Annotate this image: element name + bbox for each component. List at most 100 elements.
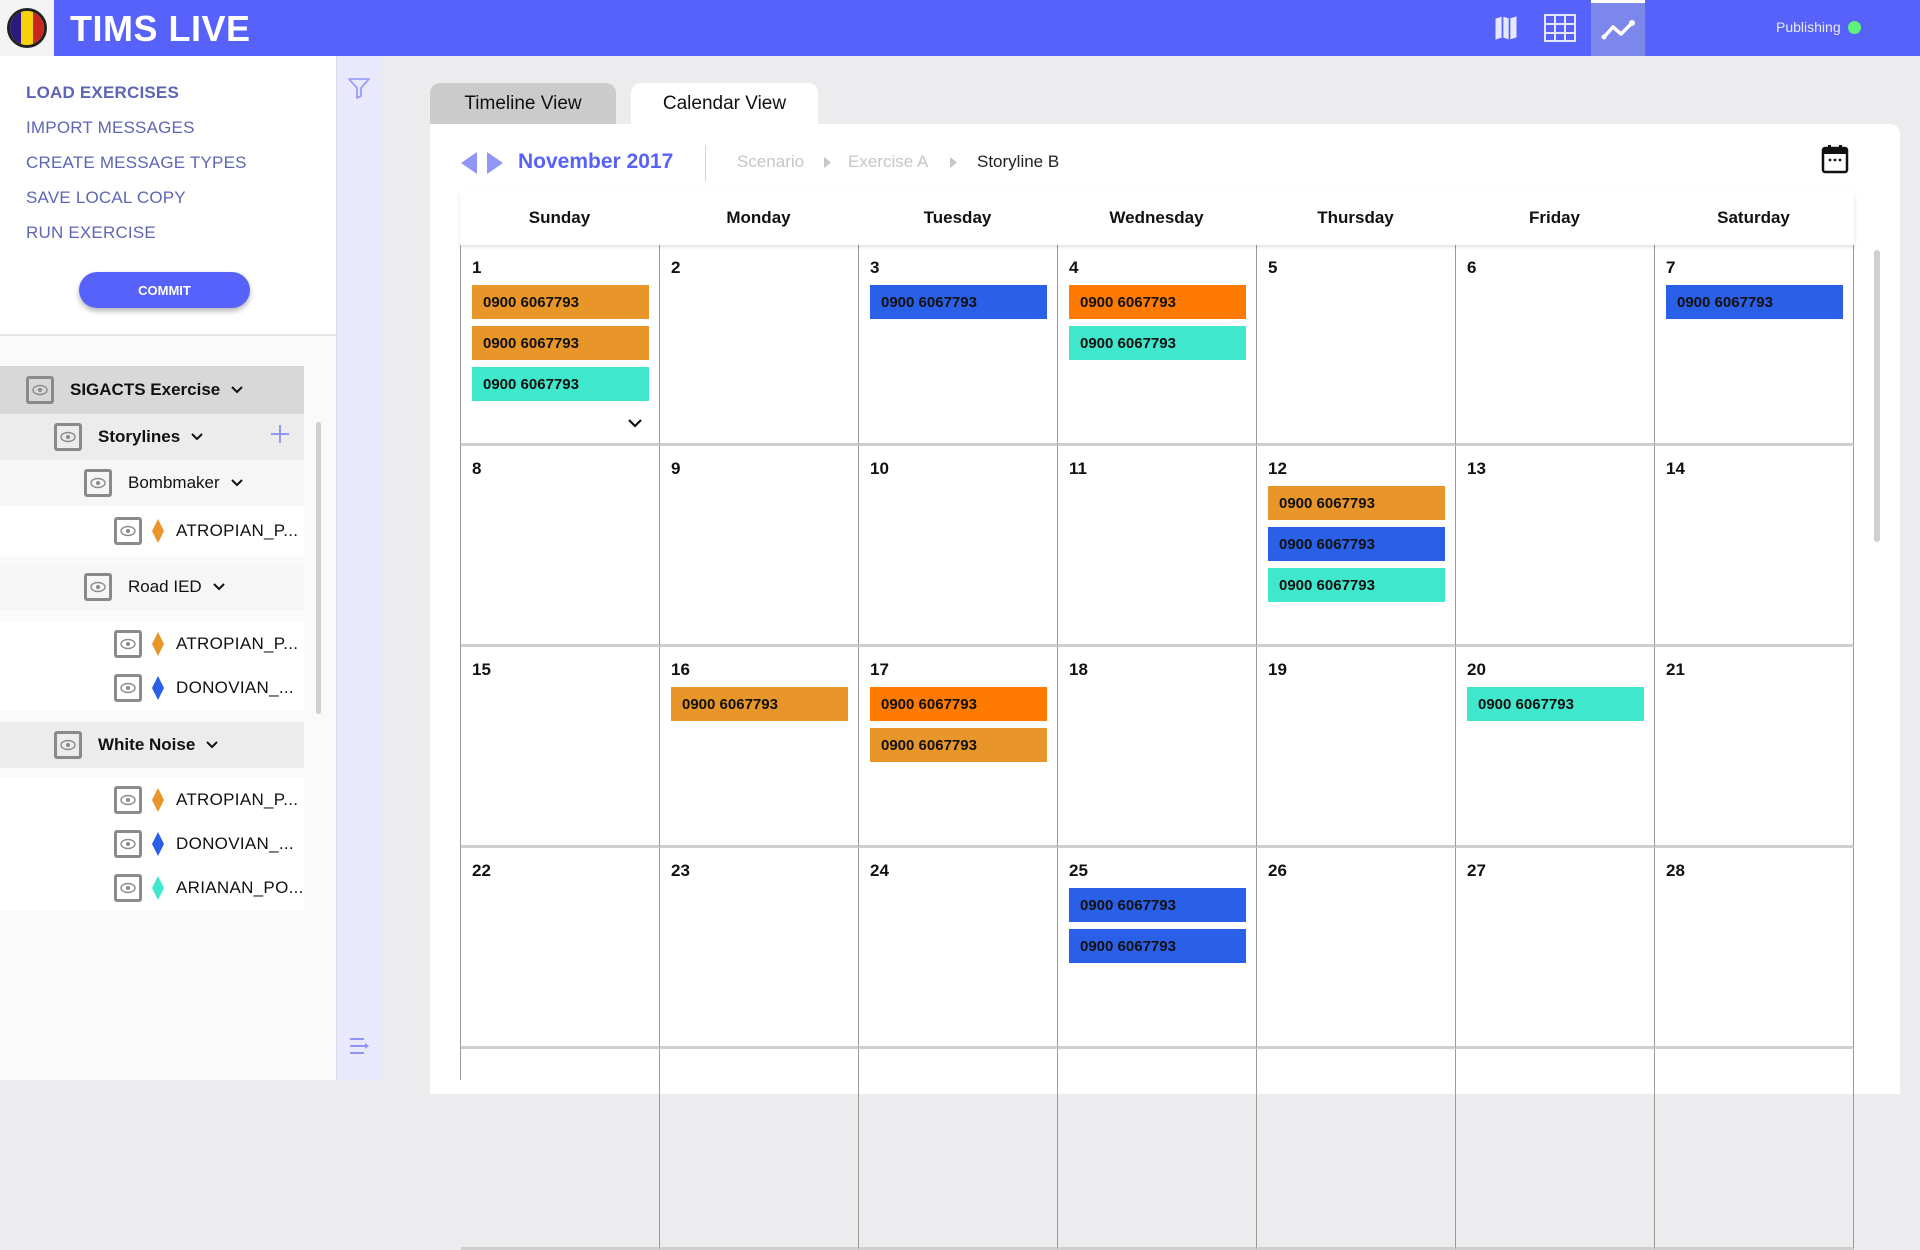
tree-leaf-item[interactable]: ATROPIAN_P... <box>0 506 304 556</box>
chevron-down-icon[interactable] <box>230 385 244 395</box>
calendar-event[interactable]: 0900 6067793 <box>1268 527 1445 561</box>
calendar-event[interactable]: 0900 6067793 <box>870 285 1047 319</box>
calendar-event[interactable]: 0900 6067793 <box>1268 568 1445 602</box>
tab-timeline-view[interactable]: Timeline View <box>430 83 616 125</box>
calendar-day-cell[interactable]: 2 <box>660 245 859 446</box>
tree-node-storylines[interactable]: Storylines <box>0 414 304 460</box>
chevron-down-icon[interactable] <box>230 478 244 488</box>
calendar-day-cell[interactable]: 14 <box>1655 446 1854 647</box>
menu-save-local-copy[interactable]: SAVE LOCAL COPY <box>26 188 186 208</box>
calendar-day-cell[interactable]: 6 <box>1456 245 1655 446</box>
visibility-toggle-eye-icon[interactable] <box>84 573 112 601</box>
calendar-event[interactable]: 0900 6067793 <box>1467 687 1644 721</box>
calendar-day-cell[interactable] <box>1655 1049 1854 1250</box>
visibility-toggle-eye-icon[interactable] <box>84 469 112 497</box>
calendar-day-cell[interactable]: 8 <box>461 446 660 647</box>
menu-create-message-types[interactable]: CREATE MESSAGE TYPES <box>26 153 247 173</box>
show-more-chevron-down-icon[interactable] <box>627 417 643 429</box>
visibility-toggle-eye-icon[interactable] <box>114 674 142 702</box>
calendar-event[interactable]: 0900 6067793 <box>472 326 649 360</box>
calendar-day-cell[interactable]: 24 <box>859 848 1058 1049</box>
chevron-down-icon[interactable] <box>190 432 204 442</box>
tree-node-group[interactable]: Road IED <box>0 564 304 610</box>
tree-node-group[interactable]: Bombmaker <box>0 460 304 506</box>
chevron-down-icon[interactable] <box>205 740 219 750</box>
calendar-day-cell[interactable]: 21 <box>1655 647 1854 848</box>
calendar-event[interactable]: 0900 6067793 <box>1069 888 1246 922</box>
calendar-day-cell[interactable] <box>859 1049 1058 1250</box>
chart-view-button[interactable] <box>1591 0 1645 56</box>
tree-leaf-item[interactable]: DONOVIAN_... <box>0 822 304 866</box>
calendar-day-cell[interactable]: 10 <box>859 446 1058 647</box>
visibility-toggle-eye-icon[interactable] <box>114 874 142 902</box>
calendar-picker-icon[interactable] <box>1821 144 1849 174</box>
visibility-toggle-eye-icon[interactable] <box>114 786 142 814</box>
previous-month-button[interactable] <box>459 151 479 175</box>
collapse-panel-icon[interactable] <box>348 1036 372 1056</box>
visibility-toggle-eye-icon[interactable] <box>26 376 54 404</box>
calendar-day-cell[interactable]: 11 <box>1058 446 1257 647</box>
visibility-toggle-eye-icon[interactable] <box>114 830 142 858</box>
calendar-day-cell[interactable]: 23 <box>660 848 859 1049</box>
calendar-day-cell[interactable]: 4 0900 6067793 0900 6067793 <box>1058 245 1257 446</box>
calendar-day-cell[interactable]: 25 0900 6067793 0900 6067793 <box>1058 848 1257 1049</box>
commit-button[interactable]: COMMIT <box>79 272 250 308</box>
add-storyline-plus-icon[interactable] <box>270 424 290 444</box>
chevron-down-icon[interactable] <box>212 582 226 592</box>
calendar-event[interactable]: 0900 6067793 <box>1069 326 1246 360</box>
calendar-scrollbar[interactable] <box>1874 250 1880 542</box>
calendar-day-cell[interactable]: 13 <box>1456 446 1655 647</box>
calendar-event[interactable]: 0900 6067793 <box>472 285 649 319</box>
calendar-day-cell[interactable]: 22 <box>461 848 660 1049</box>
calendar-event[interactable]: 0900 6067793 <box>870 687 1047 721</box>
breadcrumb-scenario[interactable]: Scenario <box>737 152 804 172</box>
calendar-day-cell[interactable]: 28 <box>1655 848 1854 1049</box>
tree-leaf-item[interactable]: DONOVIAN_... <box>0 666 304 710</box>
calendar-day-cell[interactable]: 7 0900 6067793 <box>1655 245 1854 446</box>
calendar-day-cell[interactable]: 27 <box>1456 848 1655 1049</box>
calendar-day-cell[interactable] <box>1456 1049 1655 1250</box>
next-month-button[interactable] <box>485 151 505 175</box>
map-view-button[interactable] <box>1479 0 1533 56</box>
calendar-day-cell[interactable]: 1 0900 6067793 0900 6067793 0900 6067793 <box>461 245 660 446</box>
calendar-day-cell[interactable]: 20 0900 6067793 <box>1456 647 1655 848</box>
filter-icon[interactable] <box>347 76 371 100</box>
calendar-event[interactable]: 0900 6067793 <box>1666 285 1843 319</box>
calendar-day-cell[interactable] <box>660 1049 859 1250</box>
calendar-event[interactable]: 0900 6067793 <box>870 728 1047 762</box>
calendar-day-cell[interactable]: 15 <box>461 647 660 848</box>
visibility-toggle-eye-icon[interactable] <box>114 630 142 658</box>
menu-run-exercise[interactable]: RUN EXERCISE <box>26 223 156 243</box>
calendar-day-cell[interactable]: 26 <box>1257 848 1456 1049</box>
calendar-day-cell[interactable] <box>1257 1049 1456 1250</box>
calendar-event[interactable]: 0900 6067793 <box>671 687 848 721</box>
tree-leaf-item[interactable]: ATROPIAN_P... <box>0 622 304 666</box>
visibility-toggle-eye-icon[interactable] <box>54 423 82 451</box>
visibility-toggle-eye-icon[interactable] <box>54 731 82 759</box>
tree-node-root[interactable]: SIGACTS Exercise <box>0 366 304 414</box>
calendar-day-cell[interactable]: 9 <box>660 446 859 647</box>
tree-leaf-item[interactable]: ARIANAN_PO... <box>0 866 304 910</box>
calendar-day-cell[interactable]: 5 <box>1257 245 1456 446</box>
calendar-event[interactable]: 0900 6067793 <box>472 367 649 401</box>
calendar-day-cell[interactable]: 3 0900 6067793 <box>859 245 1058 446</box>
breadcrumb-exercise[interactable]: Exercise A <box>848 152 928 172</box>
tree-leaf-item[interactable]: ATROPIAN_P... <box>0 778 304 822</box>
calendar-day-cell[interactable]: 17 0900 6067793 0900 6067793 <box>859 647 1058 848</box>
calendar-day-cell[interactable]: 12 0900 6067793 0900 6067793 0900 6067793 <box>1257 446 1456 647</box>
sidebar-scrollbar[interactable] <box>316 422 321 714</box>
tab-calendar-view[interactable]: Calendar View <box>631 83 818 125</box>
calendar-event[interactable]: 0900 6067793 <box>1268 486 1445 520</box>
calendar-day-cell[interactable]: 16 0900 6067793 <box>660 647 859 848</box>
menu-import-messages[interactable]: IMPORT MESSAGES <box>26 118 195 138</box>
calendar-day-cell[interactable] <box>1058 1049 1257 1250</box>
calendar-day-cell[interactable]: 18 <box>1058 647 1257 848</box>
calendar-event[interactable]: 0900 6067793 <box>1069 929 1246 963</box>
calendar-event[interactable]: 0900 6067793 <box>1069 285 1246 319</box>
calendar-day-cell[interactable] <box>461 1049 660 1250</box>
menu-load-exercises[interactable]: LOAD EXERCISES <box>26 83 179 103</box>
tree-node-group[interactable]: White Noise <box>0 722 304 768</box>
visibility-toggle-eye-icon[interactable] <box>114 517 142 545</box>
calendar-day-cell[interactable]: 19 <box>1257 647 1456 848</box>
table-view-button[interactable] <box>1533 0 1587 56</box>
